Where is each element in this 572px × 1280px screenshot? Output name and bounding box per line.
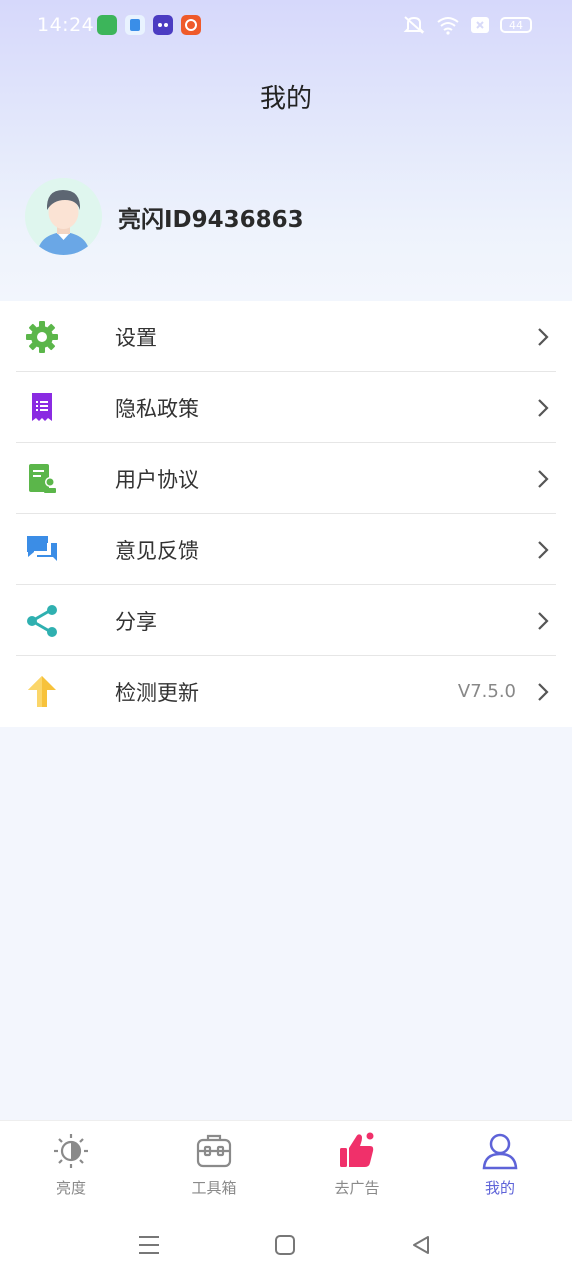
chevron-right-icon xyxy=(538,328,549,346)
chevron-right-icon xyxy=(538,541,549,559)
menu-label: 意见反馈 xyxy=(115,538,199,563)
battery-icon: 44 xyxy=(500,17,532,33)
menu-item-check-update[interactable]: 检测更新 V7.5.0 xyxy=(0,656,572,727)
menu-item-user-agreement[interactable]: 用户协议 xyxy=(0,443,572,514)
brightness-icon xyxy=(54,1134,88,1168)
menu-item-share[interactable]: 分享 xyxy=(0,585,572,656)
username: 亮闪ID9436863 xyxy=(118,206,304,233)
tab-remove-ads[interactable]: 去广告 xyxy=(307,1131,407,1198)
battery-level: 44 xyxy=(509,18,523,32)
gear-icon xyxy=(26,321,58,353)
app-notification-icon-blue xyxy=(125,15,145,35)
sim-off-icon xyxy=(471,17,489,33)
toolbox-icon xyxy=(196,1134,232,1168)
menu-label: 设置 xyxy=(115,325,157,350)
chat-icon xyxy=(27,536,57,561)
menu-label: 用户协议 xyxy=(115,467,199,492)
thumbs-up-icon xyxy=(340,1132,374,1167)
version-value: V7.5.0 xyxy=(457,681,516,702)
back-icon[interactable] xyxy=(410,1234,432,1256)
tab-label: 去广告 xyxy=(334,1179,380,1197)
mute-icon xyxy=(403,16,425,34)
tab-label: 工具箱 xyxy=(191,1179,237,1197)
app-notification-icon-purple xyxy=(153,15,173,35)
user-avatar[interactable] xyxy=(25,178,102,255)
tab-toolbox[interactable]: 工具箱 xyxy=(164,1131,264,1198)
status-time: 14:24 xyxy=(37,14,95,36)
tab-label: 我的 xyxy=(484,1179,515,1197)
system-navigation-bar xyxy=(0,1210,572,1280)
page-title: 我的 xyxy=(259,84,312,114)
app-notification-icon-orange xyxy=(181,15,201,35)
upload-arrow-icon xyxy=(28,676,56,707)
menu-item-feedback[interactable]: 意见反馈 xyxy=(0,514,572,585)
menu-label: 检测更新 xyxy=(115,680,199,705)
menu-label: 分享 xyxy=(115,609,157,634)
wifi-icon xyxy=(437,17,459,35)
settings-menu: 设置 隐私政策 用户协议 意见反馈 分享 检测更新 V7.5.0 xyxy=(0,301,572,727)
bottom-tab-bar: 亮度 工具箱 去广告 我的 xyxy=(0,1120,572,1211)
menu-icon[interactable] xyxy=(137,1234,161,1256)
tab-brightness[interactable]: 亮度 xyxy=(21,1131,121,1198)
home-icon[interactable] xyxy=(274,1234,296,1256)
person-icon xyxy=(482,1133,518,1170)
chevron-right-icon xyxy=(538,683,549,701)
document-list-icon xyxy=(32,393,52,421)
share-icon xyxy=(27,605,57,637)
profile-section[interactable]: 亮闪ID9436863 xyxy=(25,178,304,255)
chevron-right-icon xyxy=(538,399,549,417)
agreement-icon xyxy=(29,464,56,493)
chevron-right-icon xyxy=(538,612,549,630)
app-notification-icon-green xyxy=(97,15,117,35)
status-bar: 14:24 44 xyxy=(0,0,572,52)
menu-item-settings[interactable]: 设置 xyxy=(0,301,572,372)
tab-label: 亮度 xyxy=(55,1179,86,1197)
chevron-right-icon xyxy=(538,470,549,488)
tab-mine[interactable]: 我的 xyxy=(450,1131,550,1198)
menu-label: 隐私政策 xyxy=(115,396,199,421)
menu-item-privacy-policy[interactable]: 隐私政策 xyxy=(0,372,572,443)
